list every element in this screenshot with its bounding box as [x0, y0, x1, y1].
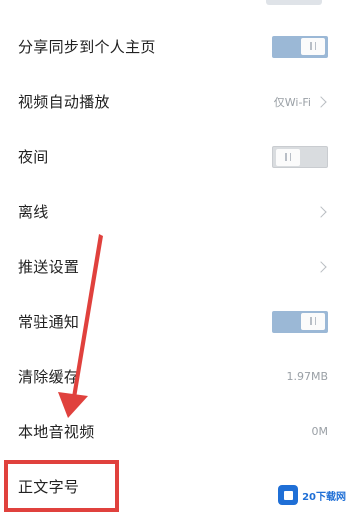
watermark-text: 20下载网 — [302, 491, 346, 503]
setting-clear-cache[interactable]: 清除缓存 1.97MB — [0, 349, 350, 404]
chevron-right-icon — [315, 260, 327, 273]
toggle-knob — [301, 312, 325, 330]
setting-label: 离线 — [18, 203, 49, 221]
chevron-right-icon — [315, 205, 327, 218]
setting-label: 推送设置 — [18, 258, 80, 276]
setting-label: 分享同步到个人主页 — [18, 38, 156, 56]
setting-label: 常驻通知 — [18, 313, 80, 331]
setting-value: 仅Wi-Fi — [273, 95, 311, 109]
chevron-right-icon — [315, 95, 327, 108]
previous-toggle-edge — [266, 0, 322, 5]
share-sync-toggle[interactable] — [272, 35, 328, 58]
annotation-highlight-box — [4, 460, 119, 512]
settings-list: 分享同步到个人主页 视频自动播放 仅Wi-Fi 夜间 离线 推送设置 常驻通知 … — [0, 19, 350, 514]
local-media-size-value: 0M — [311, 425, 329, 438]
setting-label: 夜间 — [18, 148, 49, 166]
watermark: 20下载网 — [278, 485, 346, 505]
setting-video-autoplay[interactable]: 视频自动播放 仅Wi-Fi — [0, 74, 350, 129]
setting-persistent-notification[interactable]: 常驻通知 — [0, 294, 350, 349]
previous-row-edge — [0, 0, 350, 6]
night-mode-toggle[interactable] — [272, 145, 328, 168]
toggle-knob — [301, 37, 325, 55]
setting-night-mode[interactable]: 夜间 — [0, 129, 350, 184]
setting-label: 清除缓存 — [18, 368, 80, 386]
setting-push[interactable]: 推送设置 — [0, 239, 350, 294]
setting-local-media[interactable]: 本地音视频 0M — [0, 404, 350, 459]
setting-share-sync[interactable]: 分享同步到个人主页 — [0, 19, 350, 74]
setting-label: 本地音视频 — [18, 423, 95, 441]
persistent-notification-toggle[interactable] — [272, 310, 328, 333]
setting-offline[interactable]: 离线 — [0, 184, 350, 239]
toggle-knob — [276, 148, 300, 166]
watermark-logo-icon — [278, 485, 299, 505]
cache-size-value: 1.97MB — [286, 370, 328, 383]
setting-label: 视频自动播放 — [18, 93, 110, 111]
